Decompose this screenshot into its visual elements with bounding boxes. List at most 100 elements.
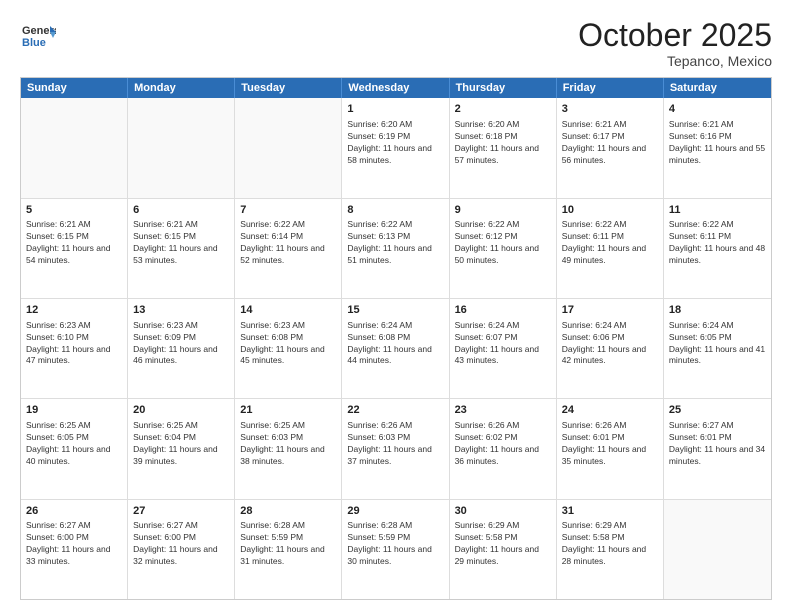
day-cell-15: 15Sunrise: 6:24 AM Sunset: 6:08 PM Dayli… — [342, 299, 449, 398]
day-number: 18 — [669, 303, 766, 318]
day-cell-20: 20 Sunrise: 6:25 AM Sunset: 6:04 PM Dayli… — [128, 399, 235, 498]
week-row-3: 19 Sunrise: 6:25 AM Sunset: 6:05 PM Dayli… — [21, 399, 771, 499]
day-info: Sunrise: 6:27 AM Sunset: 6:00 PM Dayligh… — [133, 520, 229, 568]
day-cell-10: 10Sunrise: 6:22 AM Sunset: 6:11 PM Dayli… — [557, 199, 664, 298]
day-cell-14: 14 Sunrise: 6:23 AM Sunset: 6:08 PM Dayli… — [235, 299, 342, 398]
day-number: 22 — [347, 403, 443, 418]
day-number: 26 — [26, 504, 122, 519]
day-cell-5: 5Sunrise: 6:21 AM Sunset: 6:15 PM Daylig… — [21, 199, 128, 298]
day-number: 11 — [669, 203, 766, 218]
day-cell-7: 7Sunrise: 6:22 AM Sunset: 6:14 PM Daylig… — [235, 199, 342, 298]
header-sunday: Sunday — [21, 78, 128, 98]
day-info: Sunrise: 6:22 AM Sunset: 6:14 PM Dayligh… — [240, 219, 336, 267]
calendar: Sunday Monday Tuesday Wednesday Thursday… — [20, 77, 772, 600]
day-number: 10 — [562, 203, 658, 218]
day-info: Sunrise: 6:24 AM Sunset: 6:05 PM Dayligh… — [669, 320, 766, 368]
day-info: Sunrise: 6:25 AM Sunset: 6:04 PM Dayligh… — [133, 420, 229, 468]
header: General Blue October 2025 Tepanco, Mexic… — [20, 18, 772, 69]
day-cell-9: 9Sunrise: 6:22 AM Sunset: 6:12 PM Daylig… — [450, 199, 557, 298]
day-number: 29 — [347, 504, 443, 519]
day-number: 19 — [26, 403, 122, 418]
day-number: 24 — [562, 403, 658, 418]
empty-cell-0-1 — [128, 98, 235, 197]
day-number: 27 — [133, 504, 229, 519]
day-number: 13 — [133, 303, 229, 318]
day-number: 31 — [562, 504, 658, 519]
day-cell-1: 1 Sunrise: 6:20 AM Sunset: 6:19 PM Daylig… — [342, 98, 449, 197]
day-info: Sunrise: 6:28 AM Sunset: 5:59 PM Dayligh… — [347, 520, 443, 568]
page: General Blue October 2025 Tepanco, Mexic… — [0, 0, 792, 612]
day-info: Sunrise: 6:27 AM Sunset: 6:01 PM Dayligh… — [669, 420, 766, 468]
location: Tepanco, Mexico — [578, 53, 772, 69]
day-info: Sunrise: 6:24 AM Sunset: 6:07 PM Dayligh… — [455, 320, 551, 368]
day-cell-16: 16Sunrise: 6:24 AM Sunset: 6:07 PM Dayli… — [450, 299, 557, 398]
header-friday: Friday — [557, 78, 664, 98]
header-wednesday: Wednesday — [342, 78, 449, 98]
day-number: 14 — [240, 303, 336, 318]
day-info: Sunrise: 6:23 AM Sunset: 6:09 PM Dayligh… — [133, 320, 229, 368]
day-number: 7 — [240, 203, 336, 218]
day-cell-24: 24 Sunrise: 6:26 AM Sunset: 6:01 PM Dayli… — [557, 399, 664, 498]
day-info: Sunrise: 6:26 AM Sunset: 6:03 PM Dayligh… — [347, 420, 443, 468]
title-block: October 2025 Tepanco, Mexico — [578, 18, 772, 69]
day-cell-18: 18 Sunrise: 6:24 AM Sunset: 6:05 PM Dayli… — [664, 299, 771, 398]
day-cell-26: 26Sunrise: 6:27 AM Sunset: 6:00 PM Dayli… — [21, 500, 128, 599]
day-cell-21: 21 Sunrise: 6:25 AM Sunset: 6:03 PM Dayli… — [235, 399, 342, 498]
week-row-2: 12Sunrise: 6:23 AM Sunset: 6:10 PM Dayli… — [21, 299, 771, 399]
day-cell-22: 22 Sunrise: 6:26 AM Sunset: 6:03 PM Dayli… — [342, 399, 449, 498]
day-number: 3 — [562, 102, 658, 117]
day-info: Sunrise: 6:25 AM Sunset: 6:05 PM Dayligh… — [26, 420, 122, 468]
header-monday: Monday — [128, 78, 235, 98]
day-info: Sunrise: 6:22 AM Sunset: 6:12 PM Dayligh… — [455, 219, 551, 267]
day-cell-2: 2 Sunrise: 6:20 AM Sunset: 6:18 PM Daylig… — [450, 98, 557, 197]
day-cell-19: 19 Sunrise: 6:25 AM Sunset: 6:05 PM Dayli… — [21, 399, 128, 498]
day-number: 15 — [347, 303, 443, 318]
week-row-4: 26Sunrise: 6:27 AM Sunset: 6:00 PM Dayli… — [21, 500, 771, 599]
day-info: Sunrise: 6:21 AM Sunset: 6:16 PM Dayligh… — [669, 119, 766, 167]
day-info: Sunrise: 6:29 AM Sunset: 5:58 PM Dayligh… — [455, 520, 551, 568]
day-number: 2 — [455, 102, 551, 117]
day-cell-23: 23Sunrise: 6:26 AM Sunset: 6:02 PM Dayli… — [450, 399, 557, 498]
day-info: Sunrise: 6:21 AM Sunset: 6:17 PM Dayligh… — [562, 119, 658, 167]
day-cell-13: 13 Sunrise: 6:23 AM Sunset: 6:09 PM Dayli… — [128, 299, 235, 398]
day-cell-17: 17Sunrise: 6:24 AM Sunset: 6:06 PM Dayli… — [557, 299, 664, 398]
day-number: 25 — [669, 403, 766, 418]
day-cell-25: 25 Sunrise: 6:27 AM Sunset: 6:01 PM Dayli… — [664, 399, 771, 498]
day-number: 21 — [240, 403, 336, 418]
day-cell-11: 11Sunrise: 6:22 AM Sunset: 6:11 PM Dayli… — [664, 199, 771, 298]
day-info: Sunrise: 6:22 AM Sunset: 6:11 PM Dayligh… — [669, 219, 766, 267]
day-info: Sunrise: 6:21 AM Sunset: 6:15 PM Dayligh… — [133, 219, 229, 267]
day-info: Sunrise: 6:22 AM Sunset: 6:11 PM Dayligh… — [562, 219, 658, 267]
day-number: 1 — [347, 102, 443, 117]
calendar-header: Sunday Monday Tuesday Wednesday Thursday… — [21, 78, 771, 98]
month-title: October 2025 — [578, 18, 772, 53]
day-info: Sunrise: 6:26 AM Sunset: 6:01 PM Dayligh… — [562, 420, 658, 468]
day-info: Sunrise: 6:20 AM Sunset: 6:18 PM Dayligh… — [455, 119, 551, 167]
day-number: 5 — [26, 203, 122, 218]
day-number: 17 — [562, 303, 658, 318]
day-cell-30: 30Sunrise: 6:29 AM Sunset: 5:58 PM Dayli… — [450, 500, 557, 599]
day-info: Sunrise: 6:23 AM Sunset: 6:08 PM Dayligh… — [240, 320, 336, 368]
svg-text:Blue: Blue — [22, 37, 46, 49]
empty-cell-0-2 — [235, 98, 342, 197]
day-cell-6: 6Sunrise: 6:21 AM Sunset: 6:15 PM Daylig… — [128, 199, 235, 298]
day-cell-3: 3 Sunrise: 6:21 AM Sunset: 6:17 PM Daylig… — [557, 98, 664, 197]
day-info: Sunrise: 6:20 AM Sunset: 6:19 PM Dayligh… — [347, 119, 443, 167]
day-info: Sunrise: 6:27 AM Sunset: 6:00 PM Dayligh… — [26, 520, 122, 568]
day-info: Sunrise: 6:25 AM Sunset: 6:03 PM Dayligh… — [240, 420, 336, 468]
day-number: 6 — [133, 203, 229, 218]
day-cell-12: 12Sunrise: 6:23 AM Sunset: 6:10 PM Dayli… — [21, 299, 128, 398]
empty-cell-0-0 — [21, 98, 128, 197]
day-number: 9 — [455, 203, 551, 218]
week-row-0: 1 Sunrise: 6:20 AM Sunset: 6:19 PM Daylig… — [21, 98, 771, 198]
day-cell-28: 28Sunrise: 6:28 AM Sunset: 5:59 PM Dayli… — [235, 500, 342, 599]
day-info: Sunrise: 6:22 AM Sunset: 6:13 PM Dayligh… — [347, 219, 443, 267]
day-number: 20 — [133, 403, 229, 418]
day-cell-27: 27Sunrise: 6:27 AM Sunset: 6:00 PM Dayli… — [128, 500, 235, 599]
day-number: 28 — [240, 504, 336, 519]
day-info: Sunrise: 6:21 AM Sunset: 6:15 PM Dayligh… — [26, 219, 122, 267]
calendar-body: 1 Sunrise: 6:20 AM Sunset: 6:19 PM Daylig… — [21, 98, 771, 599]
day-number: 30 — [455, 504, 551, 519]
logo: General Blue — [20, 18, 56, 54]
empty-cell-4-6 — [664, 500, 771, 599]
